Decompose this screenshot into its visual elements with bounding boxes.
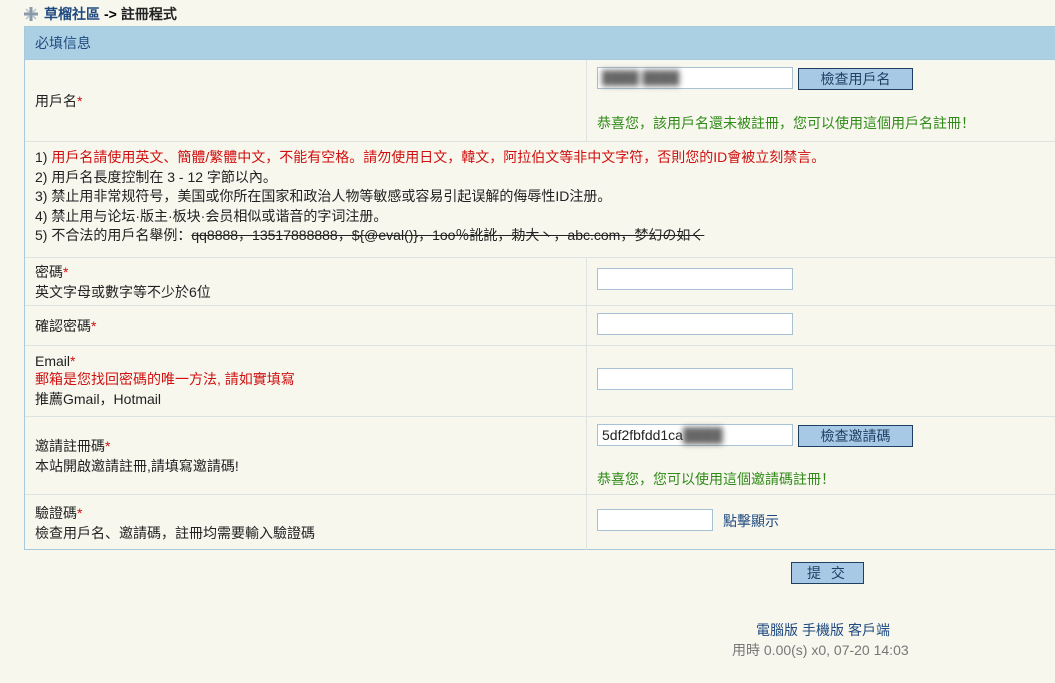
confirm-password-input[interactable]: [597, 313, 793, 335]
rule-item: 3) 禁止用非常规符号，美国或你所在国家和政治人物等敏感或容易引起误解的侮辱性I…: [35, 188, 612, 204]
breadcrumb: 草榴社區 -> 註冊程式: [24, 4, 177, 24]
captcha-input[interactable]: [597, 509, 713, 531]
password-input[interactable]: [597, 268, 793, 290]
breadcrumb-current: 註冊程式: [120, 6, 177, 22]
register-form: 必填信息 用戶名* ████ ████ 檢查用戶名 恭喜您，該用戶名還未被註冊，…: [24, 26, 1055, 550]
footer-stats: 用時 0.00(s) x0, 07-20 14:03: [732, 642, 909, 658]
email-input[interactable]: [597, 368, 793, 390]
invite-success-message: 恭喜您，您可以使用這個邀請碼註冊！: [597, 471, 835, 487]
section-header: 必填信息: [25, 27, 1055, 60]
username-row: 用戶名* ████ ████ 檢查用戶名 恭喜您，該用戶名還未被註冊，您可以使用…: [25, 60, 1055, 142]
email-label: Email: [35, 353, 71, 369]
captcha-label: 驗證碼: [35, 504, 77, 521]
invite-code-value: 5df2fbfdd1ca: [602, 427, 683, 443]
breadcrumb-home-link[interactable]: 草榴社區: [44, 4, 100, 24]
email-row: Email* 郵箱是您找回密碼的唯一方法, 請如實填寫 推薦Gmail，Hotm…: [25, 346, 1055, 417]
home-icon: [24, 7, 38, 21]
email-warning: 郵箱是您找回密碼的唯一方法, 請如實填寫: [35, 371, 295, 387]
username-label: 用戶名: [35, 92, 77, 109]
rule-item: 1) 用戶名請使用英文、簡體/繁體中文，不能有空格。請勿使用日文，韓文，阿拉伯文…: [35, 149, 826, 165]
rule-item: 4) 禁止用与论坛·版主·板块·会员相似或谐音的字词注册。: [35, 207, 388, 224]
username-input-cell: ████ ████ 檢查用戶名 恭喜您，該用戶名還未被註冊，您可以使用這個用戶名…: [587, 60, 1055, 141]
confirm-password-label: 確認密碼: [35, 317, 91, 334]
footer-links: 電腦版 手機版 客戶端: [756, 620, 894, 640]
breadcrumb-separator: ->: [104, 6, 117, 22]
rule-item: 2) 用戶名長度控制在 3 - 12 字節以內。: [35, 168, 277, 185]
username-value: ████ ████: [602, 70, 680, 85]
captcha-row: 驗證碼* 檢查用戶名、邀請碼，註冊均需要輸入驗證碼 點擊顯示: [25, 495, 1055, 550]
password-row: 密碼* 英文字母或數字等不少於6位: [25, 258, 1055, 306]
footer-link-mobile[interactable]: 手機版: [802, 622, 844, 638]
username-label-cell: 用戶名*: [25, 60, 587, 141]
username-success-message: 恭喜您，該用戶名還未被註冊，您可以使用這個用戶名註冊！: [597, 115, 975, 131]
show-captcha-link[interactable]: 點擊顯示: [723, 511, 779, 531]
footer-link-pc[interactable]: 電腦版: [756, 622, 798, 638]
password-label: 密碼: [35, 263, 63, 280]
invite-hint: 本站開啟邀請註冊,請填寫邀請碼!: [35, 457, 239, 474]
check-invite-button[interactable]: 檢查邀請碼: [798, 425, 913, 447]
check-username-button[interactable]: 檢查用戶名: [798, 68, 913, 90]
required-mark: *: [77, 92, 83, 109]
footer-link-client[interactable]: 客戶端: [848, 622, 890, 638]
invite-code-input[interactable]: 5df2fbfdd1ca████: [597, 424, 793, 446]
invalid-examples: qq8888，13517888888，${@eval()}，1oo％訛訛，勅大丶…: [191, 227, 705, 243]
username-input[interactable]: ████ ████: [597, 67, 793, 89]
submit-button[interactable]: 提 交: [791, 562, 864, 584]
email-hint: 推薦Gmail，Hotmail: [35, 391, 162, 407]
rule-item: 5) 不合法的用戶名舉例：qq8888，13517888888，${@eval(…: [35, 227, 705, 243]
invite-label: 邀請註冊碼: [35, 437, 105, 454]
captcha-hint: 檢查用戶名、邀請碼，註冊均需要輸入驗證碼: [35, 524, 315, 541]
username-rules: 1) 用戶名請使用英文、簡體/繁體中文，不能有空格。請勿使用日文，韓文，阿拉伯文…: [25, 142, 1055, 258]
password-hint: 英文字母或數字等不少於6位: [35, 283, 211, 300]
invite-row: 邀請註冊碼* 本站開啟邀請註冊,請填寫邀請碼! 5df2fbfdd1ca████…: [25, 417, 1055, 495]
confirm-password-row: 確認密碼*: [25, 306, 1055, 346]
